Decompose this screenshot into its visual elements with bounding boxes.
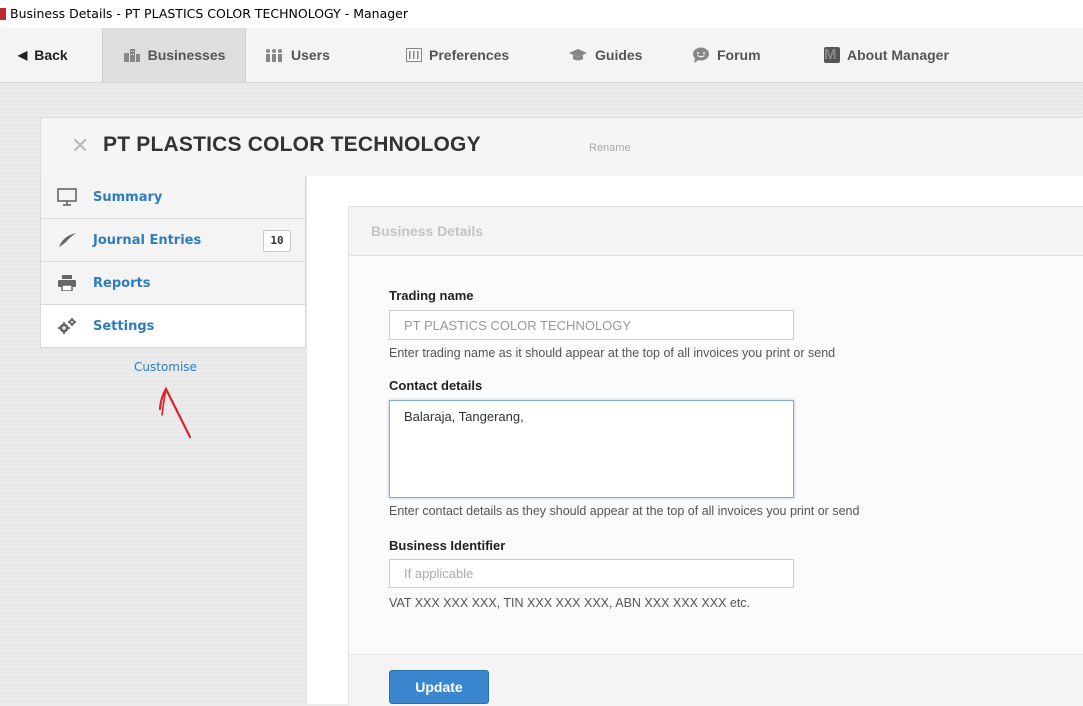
close-business-icon[interactable]: ✕ — [71, 134, 89, 158]
business-identifier-label: Business Identifier — [389, 538, 506, 553]
contact-details-textarea[interactable]: Balaraja, Tangerang, — [389, 400, 794, 498]
annotation-arrow-icon — [158, 386, 192, 439]
nav-businesses[interactable]: Businesses — [102, 28, 246, 82]
panel-title: Business Details — [371, 223, 484, 239]
panel-header: Business Details — [349, 207, 1083, 256]
back-button[interactable]: ◀ Back — [6, 28, 80, 82]
preferences-icon — [406, 48, 422, 62]
sidebar-item-settings[interactable]: Settings — [40, 305, 306, 348]
presentation-icon — [41, 188, 93, 206]
back-label: Back — [34, 47, 68, 63]
journal-entries-count-badge: 10 — [263, 230, 291, 252]
nav-users-label: Users — [291, 47, 330, 63]
top-navigation: ◀ Back Businesses Users Preferences Guid… — [0, 28, 1083, 83]
window-title: Business Details - PT PLASTICS COLOR TEC… — [10, 6, 409, 21]
manager-logo-icon: M — [824, 47, 840, 63]
contact-details-help: Enter contact details as they should app… — [389, 504, 860, 518]
nav-forum-label: Forum — [717, 47, 761, 63]
sidebar-item-label: Settings — [93, 318, 155, 334]
nav-preferences[interactable]: Preferences — [394, 28, 521, 82]
sidebar-item-label: Reports — [93, 275, 151, 291]
sidebar-item-reports[interactable]: Reports — [40, 262, 306, 305]
nav-guides[interactable]: Guides — [556, 28, 654, 82]
quill-icon — [41, 232, 93, 248]
sidebar-item-journal-entries[interactable]: Journal Entries 10 — [40, 219, 306, 262]
sidebar-item-label: Journal Entries — [93, 232, 202, 248]
buildings-icon — [123, 48, 141, 62]
business-identifier-input[interactable] — [389, 559, 794, 588]
nav-guides-label: Guides — [595, 47, 643, 63]
nav-businesses-label: Businesses — [147, 47, 226, 63]
sidebar-item-summary[interactable]: Summary — [40, 176, 306, 219]
nav-forum[interactable]: Forum — [680, 28, 773, 82]
graduation-cap-icon — [568, 48, 588, 62]
window-title-bar: Business Details - PT PLASTICS COLOR TEC… — [0, 0, 1083, 28]
gears-icon — [41, 318, 93, 334]
users-icon — [264, 48, 284, 62]
business-name: PT PLASTICS COLOR TECHNOLOGY — [103, 133, 481, 156]
rename-link[interactable]: Rename — [589, 142, 631, 154]
update-button[interactable]: Update — [389, 670, 489, 704]
business-identifier-help: VAT XXX XXX XXX, TIN XXX XXX XXX, ABN XX… — [389, 596, 751, 610]
back-arrow-icon: ◀ — [18, 48, 28, 62]
customise-link[interactable]: Customise — [134, 360, 197, 374]
trading-name-label: Trading name — [389, 288, 474, 303]
trading-name-input[interactable] — [389, 310, 794, 340]
chat-bubble-icon — [692, 47, 710, 63]
app-icon — [0, 8, 6, 20]
nav-preferences-label: Preferences — [429, 47, 510, 63]
contact-details-label: Contact details — [389, 378, 483, 393]
nav-about-label: About Manager — [847, 47, 949, 63]
sidebar-item-label: Summary — [93, 189, 163, 205]
nav-about-manager[interactable]: M About Manager — [812, 28, 961, 82]
business-header: ✕ PT PLASTICS COLOR TECHNOLOGY Rename — [40, 117, 1083, 177]
nav-users[interactable]: Users — [252, 28, 342, 82]
printer-icon — [41, 275, 93, 291]
trading-name-help: Enter trading name as it should appear a… — [389, 346, 836, 360]
sidebar: Summary Journal Entries 10 Reports Setti… — [40, 176, 306, 348]
